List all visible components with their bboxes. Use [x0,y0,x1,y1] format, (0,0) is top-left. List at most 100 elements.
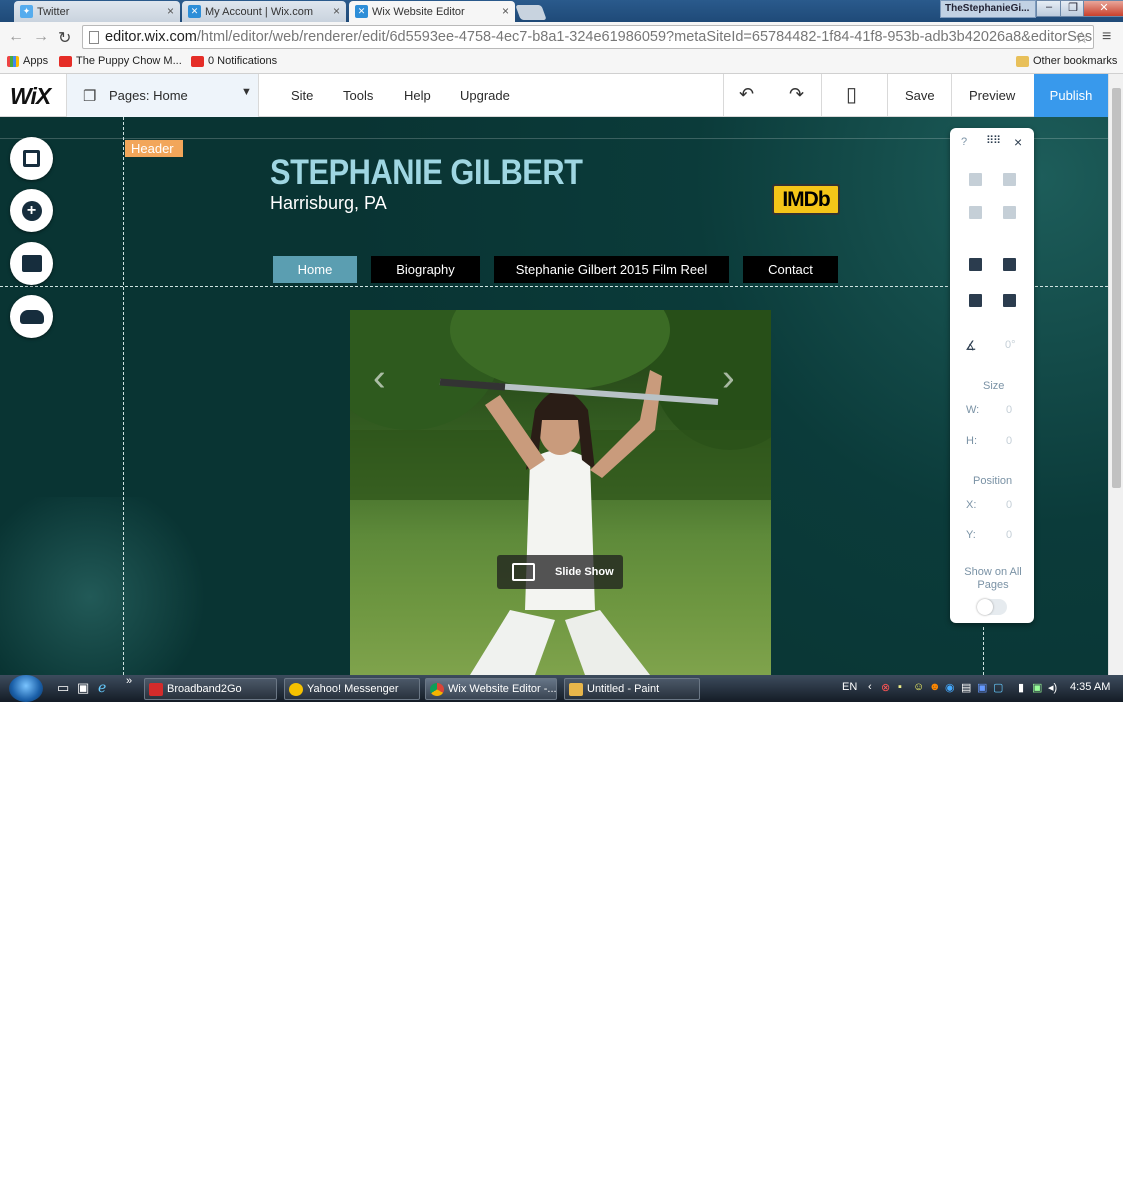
menu-site[interactable]: Site [291,88,313,103]
slideshow-badge[interactable]: Slide Show [497,555,623,589]
url-field[interactable]: editor.wix.com/html/editor/web/renderer/… [82,25,1094,49]
publish-button[interactable]: Publish [1034,74,1108,117]
quicklaunch-more-icon[interactable]: » [126,675,132,687]
trash-icon[interactable] [1003,206,1016,219]
nav-contact[interactable]: Contact [743,256,838,283]
tab-wix-editor[interactable]: ✕ Wix Website Editor × [349,1,515,22]
security-tray-icon[interactable]: ⊗ [881,681,890,694]
size-title: Size [983,380,1005,392]
twitter-icon: ✦ [20,5,33,18]
editor-canvas[interactable]: Header STEPHANIE GILBERT Harrisburg, PA … [0,117,1108,675]
wix-topbar: WiX ❐ Pages: Home ▼ Site Tools Help Upgr… [0,74,1108,117]
close-tab-icon[interactable]: × [502,4,509,18]
align-icon[interactable] [1003,258,1016,271]
height-input[interactable]: 0 [1006,435,1012,447]
drag-handle-icon[interactable]: ⠿⠿ [986,134,1001,147]
page-scrollbar[interactable] [1108,74,1123,675]
mobile-view-icon[interactable]: ▯ [846,82,857,107]
reload-icon[interactable]: ↻ [58,28,71,48]
prev-slide-icon[interactable]: ‹ [373,357,386,400]
taskbar-paint[interactable]: Untitled - Paint [564,678,700,700]
paste-icon[interactable] [1003,173,1016,186]
match-size-icon[interactable] [1003,294,1016,307]
scroll-thumb[interactable] [1112,88,1121,488]
redo-icon[interactable]: ↷ [789,84,804,105]
nav-biography[interactable]: Biography [371,256,480,283]
menu-upgrade[interactable]: Upgrade [460,88,510,103]
save-button[interactable]: Save [905,88,935,103]
bookmark-apps[interactable]: Apps [7,55,48,67]
start-button[interactable] [9,675,43,702]
undo-icon[interactable]: ↶ [739,84,754,105]
menu-tools[interactable]: Tools [343,88,373,103]
preview-button[interactable]: Preview [969,88,1015,103]
slideshow-image[interactable] [350,310,771,675]
app-market-button[interactable] [10,242,53,285]
arrange-icon[interactable] [969,258,982,271]
other-bookmarks[interactable]: Other bookmarks [1016,55,1117,67]
device-tray-icon[interactable]: ▤ [961,681,971,694]
chrome-tray-icon[interactable]: ◉ [945,681,955,694]
next-slide-icon[interactable]: › [722,357,735,400]
connection-icon[interactable]: ▣ [1032,681,1042,694]
show-desktop-icon[interactable]: ▭ [57,680,69,696]
image-icon [512,563,535,581]
chrome-menu-icon[interactable]: ≡ [1102,28,1111,46]
battery-icon[interactable]: ▮ [1018,681,1024,694]
width-input[interactable]: 0 [1006,404,1012,416]
notes-tray-icon[interactable]: ▪ [898,681,902,693]
network-tray-icon[interactable]: ▣ [977,681,987,694]
close-tab-icon[interactable]: × [333,4,340,18]
bookmark-label: The Puppy Chow M... [76,55,182,67]
taskbar-broadband2go[interactable]: Broadband2Go [144,678,277,700]
back-icon[interactable]: ← [8,28,24,46]
language-indicator[interactable]: EN [842,681,857,693]
pages-dropdown[interactable]: ❐ Pages: Home ▼ [66,74,259,117]
copy-icon[interactable] [969,173,982,186]
tray-expand-icon[interactable]: ‹ [868,681,872,693]
taskbar-label: Untitled - Paint [587,683,660,695]
yahoo-tray-icon[interactable]: ☺ [913,681,924,693]
bookmark-notifications[interactable]: 0 Notifications [191,55,277,67]
nav-home[interactable]: Home [273,256,357,283]
help-icon[interactable]: ? [961,136,967,148]
close-icon[interactable]: × [1014,134,1022,150]
background-button[interactable] [10,137,53,180]
clock[interactable]: 4:35 AM [1070,681,1110,693]
y-input[interactable]: 0 [1006,529,1012,541]
switch-windows-icon[interactable]: ▣ [77,680,89,696]
broadband2go-icon [149,683,163,696]
tab-twitter[interactable]: ✦ Twitter × [14,1,180,22]
taskbar-wix-editor[interactable]: Wix Website Editor -... [425,678,557,700]
wix-logo[interactable]: WiX [10,83,51,110]
header-section-tag[interactable]: Header [125,140,183,157]
site-subtitle[interactable]: Harrisburg, PA [270,193,387,214]
upload-button[interactable] [10,295,53,338]
close-window-button[interactable]: ✕ [1083,0,1123,17]
angle-value[interactable]: 0° [1005,339,1016,351]
taskbar-yahoo-messenger[interactable]: Yahoo! Messenger [284,678,420,700]
imdb-badge[interactable]: IMDb [772,184,840,215]
add-button[interactable]: + [10,189,53,232]
forward-icon[interactable]: → [33,28,49,46]
update-tray-icon[interactable]: ▢ [993,681,1003,694]
close-tab-icon[interactable]: × [167,4,174,18]
toggle-knob [977,599,993,615]
bookmark-star-icon[interactable]: ☆ [1075,28,1089,48]
volume-icon[interactable]: ◂) [1048,681,1057,694]
messenger-tray-icon[interactable]: ☻ [929,681,941,693]
properties-panel: ? ⠿⠿ × ∡ 0° Size W: 0 H: 0 Position X: 0… [950,128,1034,623]
menu-help[interactable]: Help [404,88,431,103]
show-on-all-pages-toggle[interactable] [977,599,1007,615]
nav-film-reel[interactable]: Stephanie Gilbert 2015 Film Reel [494,256,729,283]
internet-explorer-icon[interactable]: ℯ [98,679,106,696]
new-tab-button[interactable] [515,5,547,20]
url-path: /html/editor/web/renderer/edit/6d5593ee-… [196,29,1093,45]
x-input[interactable]: 0 [1006,499,1012,511]
distribute-icon[interactable] [969,294,982,307]
site-title[interactable]: STEPHANIE GILBERT [270,153,583,193]
duplicate-icon[interactable] [969,206,982,219]
minimize-button[interactable]: – [1036,0,1062,17]
tab-my-account[interactable]: ✕ My Account | Wix.com × [182,1,346,22]
bookmark-puppy-chow[interactable]: The Puppy Chow M... [59,55,182,67]
